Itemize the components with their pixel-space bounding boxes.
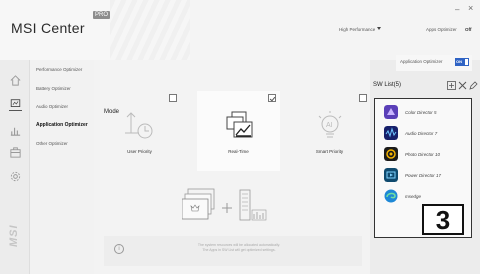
toggle-label: ON [456,59,462,64]
apps-optimizer-label: Apps Optimizer [426,27,457,32]
submenu-item-battery-optimizer[interactable]: Battery Optimizer [36,86,71,91]
header-decoration [110,0,190,60]
mode-card-real-time[interactable]: Real-Time [197,91,280,171]
sw-item-name: msedge [405,194,422,199]
power-director-icon [384,168,398,182]
sw-item-name: Photo Director 10 [405,152,441,157]
submenu-item-audio-optimizer[interactable]: Audio Optimizer [36,104,68,109]
audio-director-icon [384,126,398,140]
realtime-chart-icon [226,111,253,138]
sw-item-name: Audio Director 7 [405,131,438,136]
edge-icon [384,189,398,203]
submenu-item-performance-optimizer[interactable]: Performance Optimizer [36,67,82,72]
optimizer-submenu: Performance Optimizer Battery Optimizer … [30,60,94,274]
pro-badge: PRO [93,11,111,19]
chart-icon[interactable] [9,124,22,137]
info-icon: i [114,244,124,254]
photo-director-icon [384,147,398,161]
mode-checkbox[interactable] [169,94,177,102]
case-icon[interactable] [9,146,22,159]
nav-rail: MSI [0,60,30,274]
remove-icon[interactable] [458,81,467,90]
apps-plus-resources-icon [182,188,267,221]
sw-item-name: Color Director 5 [405,110,437,115]
performance-mode-select[interactable]: High Performance [339,27,375,32]
close-button[interactable]: × [468,3,473,13]
submenu-item-other-optimizer[interactable]: Other Optimizer [36,141,68,146]
sw-item-name: Power Director 17 [405,173,442,178]
info-text-line: The Apps in SW List will get optimized s… [202,248,276,252]
timer-arrow-icon [125,112,153,139]
mode-card-label: User Priority [127,149,152,154]
apps-optimizer-toggle[interactable]: Off [465,27,472,32]
toggle-knob [465,59,468,65]
msi-logo: MSI [8,224,20,247]
submenu-item-application-optimizer[interactable]: Application Optimizer [36,122,88,128]
settings-gear-icon[interactable] [9,170,22,183]
info-text: The system resources will be allocated a… [174,243,304,253]
mode-card-label: Smart Priority [315,149,344,154]
mode-checkbox-checked[interactable] [268,94,276,102]
mode-card-smart-priority[interactable]: AI Smart Priority [288,91,371,171]
minimize-button[interactable]: – [455,5,459,14]
annotation-badge: 3 [422,204,464,235]
ai-bulb-icon: AI [318,111,342,138]
edit-icon[interactable] [469,81,478,90]
app-brand: MSI Center [11,20,85,36]
optimizer-icon[interactable] [9,98,22,111]
chevron-down-icon[interactable] [377,27,381,30]
mode-card-user-priority[interactable]: User Priority [98,91,181,171]
mode-card-label: Real-Time [228,149,249,154]
add-icon[interactable] [447,81,456,90]
application-optimizer-label: Application Optimizer [400,59,443,64]
color-director-icon [384,105,398,119]
sw-list-title: SW List(5) [373,82,402,88]
mode-checkbox[interactable] [359,94,367,102]
svg-text:AI: AI [326,122,333,129]
brand-area: MSI Center PRO [0,0,111,60]
info-bar: i The system resources will be allocated… [104,236,362,266]
application-optimizer-toggle[interactable]: ON [455,58,469,66]
home-icon[interactable] [9,74,22,87]
